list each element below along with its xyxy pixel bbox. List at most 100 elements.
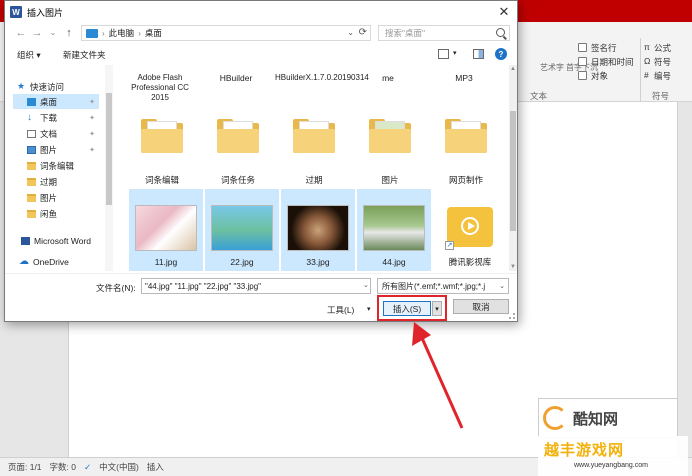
chevron-down-icon[interactable]: ⌄ [499, 282, 505, 290]
file-type-select[interactable]: 所有图片(*.emf;*.wmf;*.jpg;*.j ⌄ [377, 278, 509, 294]
file-name: Adobe Flash Professional CC 2015 [131, 73, 189, 102]
file-item-mp3[interactable]: MP3 [427, 65, 501, 105]
view-options-icon[interactable] [438, 49, 449, 59]
sidebar-item-label: 图片 [40, 144, 58, 155]
address-bar[interactable]: › 此电脑 › 桌面 ⌄ ⟳ [81, 25, 371, 41]
ribbon-object[interactable]: 对象 [591, 70, 608, 82]
ribbon-equation[interactable]: 公式 [654, 42, 671, 54]
tools-button[interactable]: 工具(L) [327, 304, 354, 316]
ribbon-symbol[interactable]: 符号 [654, 56, 671, 68]
file-list-scrollbar[interactable]: ▲ ▼ [509, 65, 517, 271]
download-icon: ↓ [27, 112, 32, 123]
file-name: 词条任务 [220, 175, 255, 185]
folder-item-citiao-renwu[interactable]: 词条任务 [201, 115, 275, 187]
breadcrumb-this-pc[interactable]: 此电脑 [109, 27, 135, 39]
status-word-count[interactable]: 字数: 0 [50, 461, 76, 473]
sidebar-item-folder-citiao[interactable]: 词条编辑 [27, 158, 99, 173]
folder-icon [369, 119, 411, 153]
filename-input[interactable]: "44.jpg" "11.jpg" "22.jpg" "33.jpg" [141, 278, 371, 294]
file-item-hbuilder[interactable]: HBuilder [199, 65, 273, 105]
status-page[interactable]: 页面: 1/1 [8, 461, 42, 473]
sidebar-item-label: 下载 [40, 112, 58, 123]
folder-icon [445, 119, 487, 153]
status-insert-mode[interactable]: 插入 [147, 461, 164, 473]
navigation-pane-scrollbar[interactable] [105, 65, 113, 271]
resize-grip-icon[interactable] [509, 313, 515, 319]
image-item-33[interactable]: 33.jpg [281, 189, 355, 271]
pin-icon: ✦ [89, 146, 95, 154]
breadcrumb-desktop[interactable]: 桌面 [145, 27, 162, 39]
file-name: 过期 [305, 175, 323, 185]
refresh-icon[interactable]: ⟳ [359, 27, 367, 38]
file-name: HBuilder [219, 73, 253, 83]
back-arrow-icon[interactable]: ← [15, 26, 27, 40]
scroll-down-icon[interactable]: ▼ [510, 264, 516, 270]
sidebar-item-downloads[interactable]: ↓ 下载 ✦ [27, 110, 99, 125]
recent-dropdown-icon[interactable]: ⌄ [47, 26, 59, 40]
sidebar-item-folder-xianyu[interactable]: 闲鱼 [27, 206, 99, 221]
address-dropdown-icon[interactable]: ⌄ [347, 28, 354, 37]
insert-button[interactable]: 插入(S) [383, 301, 431, 316]
object-icon [578, 71, 587, 80]
scroll-up-icon[interactable]: ▲ [510, 66, 516, 72]
sidebar-item-folder-tupian[interactable]: 图片 [27, 190, 99, 205]
sidebar-item-onedrive[interactable]: ☁ OneDrive [19, 254, 119, 269]
folder-item-tupian[interactable]: 图片 [353, 115, 427, 187]
kuzhi-logo-icon [543, 406, 567, 430]
file-item-me[interactable]: me [351, 65, 425, 105]
insert-highlight-box: 插入(S) ▾ [377, 295, 447, 321]
breadcrumb-chevron-icon[interactable]: › [102, 29, 105, 38]
ribbon-numbering[interactable]: 编号 [654, 70, 671, 82]
preview-pane-icon[interactable] [473, 49, 484, 59]
breadcrumb-chevron-icon[interactable]: › [138, 29, 141, 38]
status-language[interactable]: 中文(中国) [99, 461, 139, 473]
sidebar-item-documents[interactable]: 文档 ✦ [27, 126, 99, 141]
ribbon-wordart-label[interactable]: 艺术字 [540, 62, 564, 73]
search-icon[interactable] [496, 28, 505, 37]
image-item-11[interactable]: 11.jpg [129, 189, 203, 271]
pin-icon: ✦ [89, 114, 95, 122]
file-type-value: 所有图片(*.emf;*.wmf;*.jpg;*.j [382, 281, 486, 291]
proofing-icon[interactable]: ✓ [84, 462, 91, 473]
organize-button[interactable]: 组织 ▾ [17, 49, 41, 61]
ribbon-date-time[interactable]: 日期和时间 [591, 56, 634, 68]
watermark-kuzhi: 酷知网 [538, 398, 678, 438]
view-dropdown-icon[interactable]: ▾ [453, 49, 457, 57]
insert-dropdown-icon[interactable]: ▾ [432, 301, 442, 316]
file-name: 33.jpg [306, 257, 330, 267]
sidebar-item-desktop[interactable]: 桌面 ✦ [13, 94, 99, 109]
ribbon-separator [640, 38, 641, 102]
ribbon-signature-line[interactable]: 签名行 [591, 42, 617, 54]
file-name: 22.jpg [230, 257, 254, 267]
sidebar-item-quick-access[interactable]: ★ 快速访问 [17, 79, 117, 94]
folder-icon [141, 119, 183, 153]
folder-icon [293, 119, 335, 153]
image-item-44[interactable]: 44.jpg [357, 189, 431, 271]
close-icon[interactable]: ✕ [497, 5, 511, 19]
file-item-adobe-flash[interactable]: Adobe Flash Professional CC 2015 [123, 65, 197, 105]
tools-dropdown-icon[interactable]: ▾ [367, 305, 371, 313]
word-icon [21, 236, 30, 245]
folder-icon [217, 119, 259, 153]
scrollbar-thumb[interactable] [510, 111, 516, 231]
shortcut-item-tencent-video[interactable]: ↗ 腾讯影视库 [433, 189, 507, 271]
sidebar-item-label: 图片 [40, 192, 58, 203]
folder-item-guoqi[interactable]: 过期 [277, 115, 351, 187]
sidebar-item-folder-guoqi[interactable]: 过期 [27, 174, 99, 189]
up-arrow-icon[interactable]: ↑ [63, 26, 75, 40]
sidebar-item-pictures[interactable]: 图片 ✦ [27, 142, 99, 157]
folder-item-wangye-zhizuo[interactable]: 网页制作 [429, 115, 503, 187]
image-item-22[interactable]: 22.jpg [205, 189, 279, 271]
filename-dropdown-icon[interactable]: ⌄ [363, 281, 369, 289]
scrollbar-thumb[interactable] [106, 93, 112, 205]
help-icon[interactable]: ? [495, 48, 507, 60]
file-item-hbuilderx[interactable]: HBuilderX.1.7.0.20190314 [275, 65, 369, 105]
new-folder-button[interactable]: 新建文件夹 [63, 49, 106, 61]
watermark-url: www.yueyangbang.com [574, 462, 648, 469]
file-name: 44.jpg [382, 257, 406, 267]
search-input[interactable]: 搜索"桌面" [378, 25, 510, 41]
forward-arrow-icon[interactable]: → [31, 26, 43, 40]
folder-item-citiao-bianji[interactable]: 词条编辑 [125, 115, 199, 187]
watermark-logo-text: 酷知网 [573, 410, 619, 428]
cancel-button[interactable]: 取消 [453, 299, 509, 314]
